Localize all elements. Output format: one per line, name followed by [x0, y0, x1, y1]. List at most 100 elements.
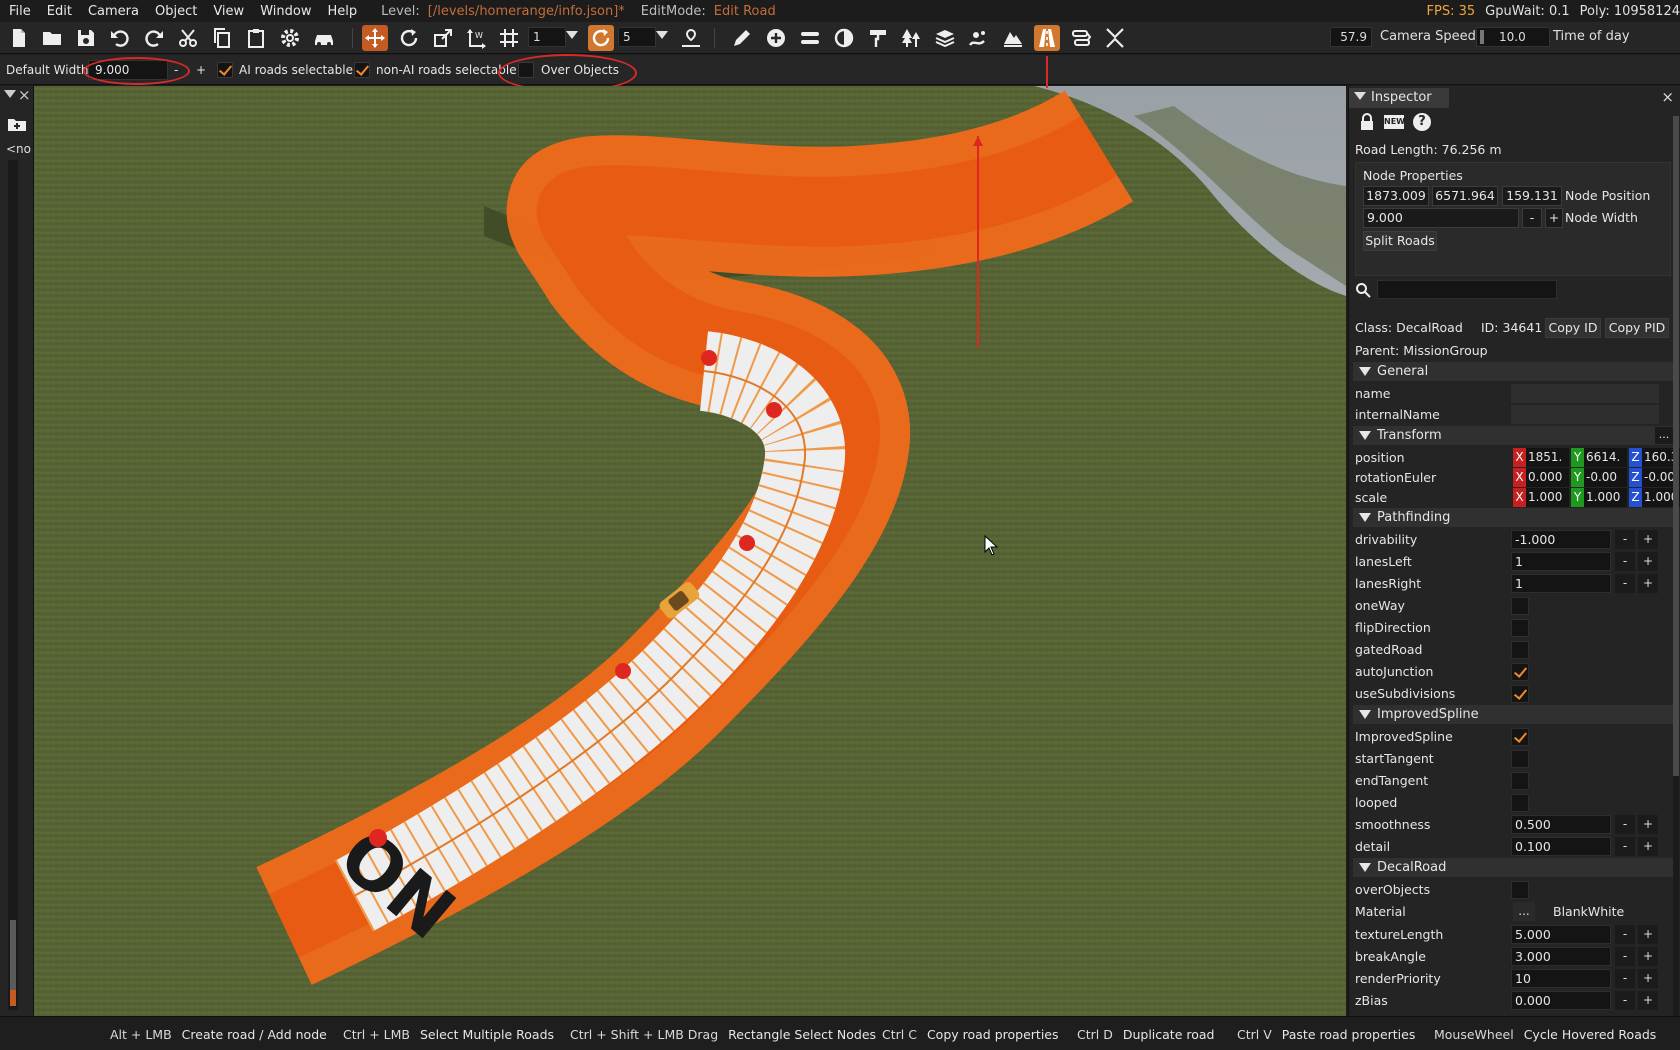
rotate-tool-icon[interactable] — [396, 25, 422, 51]
time-of-day-slider-handle[interactable] — [1480, 30, 1484, 44]
cut-icon[interactable] — [175, 25, 201, 51]
scale-x[interactable]: X 1.000 — [1513, 488, 1569, 507]
ai-roads-checkbox[interactable] — [217, 62, 233, 78]
zbias-input[interactable]: 0.000 — [1511, 991, 1611, 1010]
render-priority-plus-button[interactable]: + — [1638, 969, 1658, 988]
time-of-day-value[interactable]: 10.0 — [1476, 27, 1550, 47]
looped-checkbox[interactable] — [1511, 794, 1529, 812]
rotation-x[interactable]: X 0.000 — [1513, 468, 1569, 487]
start-tangent-checkbox[interactable] — [1511, 750, 1529, 768]
menu-window[interactable]: Window — [252, 4, 319, 19]
over-objects-prop-checkbox[interactable] — [1511, 881, 1529, 899]
river-tool-icon[interactable] — [966, 25, 992, 51]
grid-snap-icon[interactable] — [496, 25, 522, 51]
section-general[interactable]: General — [1353, 362, 1675, 381]
inspector-close-icon[interactable]: × — [1661, 88, 1674, 106]
break-angle-minus-button[interactable]: - — [1615, 947, 1635, 966]
node-width-plus-button[interactable]: + — [1545, 208, 1563, 228]
lanes-left-input[interactable]: 1 — [1511, 552, 1611, 571]
drivability-minus-button[interactable]: - — [1615, 530, 1635, 549]
save-icon[interactable] — [73, 25, 99, 51]
water-plane-icon[interactable] — [1000, 25, 1026, 51]
terrain-snap-icon[interactable] — [678, 25, 704, 51]
node-road-icon[interactable] — [1068, 25, 1094, 51]
shrink-tool-icon[interactable] — [1102, 25, 1128, 51]
split-roads-button[interactable]: Split Roads — [1363, 231, 1437, 251]
render-priority-minus-button[interactable]: - — [1615, 969, 1635, 988]
node-position-x[interactable]: 1873.009 — [1363, 186, 1429, 206]
paint-roller-icon[interactable] — [865, 25, 891, 51]
search-input[interactable] — [1377, 280, 1557, 299]
section-pathfinding[interactable]: Pathfinding — [1353, 508, 1675, 527]
lanes-right-input[interactable]: 1 — [1511, 574, 1611, 593]
rotation-snap-dropdown-icon[interactable] — [656, 31, 668, 39]
drivability-input[interactable]: -1.000 — [1511, 530, 1611, 549]
panel-collapse-icon[interactable] — [4, 90, 16, 98]
menu-file[interactable]: File — [0, 4, 39, 19]
lanes-right-plus-button[interactable]: + — [1638, 574, 1658, 593]
name-input[interactable] — [1511, 384, 1659, 403]
decal-road-tool-icon[interactable] — [1034, 25, 1060, 51]
texture-length-plus-button[interactable]: + — [1638, 925, 1658, 944]
flip-direction-checkbox[interactable] — [1511, 619, 1529, 637]
end-tangent-checkbox[interactable] — [1511, 772, 1529, 790]
copy-icon[interactable] — [209, 25, 235, 51]
position-y[interactable]: Y 6614. — [1571, 448, 1627, 467]
grid-snap-dropdown-icon[interactable] — [566, 31, 578, 39]
rotation-y[interactable]: Y -0.00 — [1571, 468, 1627, 487]
new-window-icon[interactable]: NEW — [1384, 115, 1405, 129]
camera-speed-value[interactable]: 57.9 — [1330, 27, 1372, 47]
paste-icon[interactable] — [243, 25, 269, 51]
settings-gear-icon[interactable] — [277, 25, 303, 51]
scrollbar[interactable] — [8, 160, 18, 1010]
menu-camera[interactable]: Camera — [80, 4, 147, 19]
scale-tool-icon[interactable] — [430, 25, 456, 51]
one-way-checkbox[interactable] — [1511, 597, 1529, 615]
non-ai-roads-checkbox[interactable] — [354, 62, 370, 78]
scene-tree-item[interactable]: <no — [6, 142, 31, 156]
position-x[interactable]: X 1851. — [1513, 448, 1569, 467]
grid-snap-value[interactable]: 1 — [528, 27, 566, 47]
menu-help[interactable]: Help — [319, 4, 365, 19]
inspector-collapse-icon[interactable] — [1354, 92, 1366, 100]
auto-junction-checkbox[interactable] — [1511, 663, 1529, 681]
drivability-plus-button[interactable]: + — [1638, 530, 1658, 549]
node-position-y[interactable]: 6571.964 — [1432, 186, 1498, 206]
3d-viewport[interactable]: ON — [34, 86, 1346, 1016]
section-improved-spline[interactable]: ImprovedSpline — [1353, 705, 1675, 724]
break-angle-input[interactable]: 3.000 — [1511, 947, 1611, 966]
section-decal-road[interactable]: DecalRoad — [1353, 858, 1675, 877]
zbias-minus-button[interactable]: - — [1615, 991, 1635, 1010]
pencil-icon[interactable] — [729, 25, 755, 51]
section-transform[interactable]: Transform ... — [1353, 426, 1675, 445]
node-width-minus-button[interactable]: - — [1522, 208, 1542, 228]
scale-y[interactable]: Y 1.000 — [1571, 488, 1627, 507]
lanes-left-plus-button[interactable]: + — [1638, 552, 1658, 571]
forest-trees-icon[interactable] — [898, 25, 924, 51]
gated-road-checkbox[interactable] — [1511, 641, 1529, 659]
smoothness-minus-button[interactable]: - — [1615, 815, 1635, 834]
panel-close-icon[interactable]: × — [18, 86, 31, 104]
create-object-icon[interactable] — [763, 25, 789, 51]
break-angle-plus-button[interactable]: + — [1638, 947, 1658, 966]
detail-minus-button[interactable]: - — [1615, 837, 1635, 856]
detail-input[interactable]: 0.100 — [1511, 837, 1611, 856]
node-width-input[interactable]: 9.000 — [1363, 208, 1519, 228]
transform-menu-button[interactable]: ... — [1655, 427, 1673, 444]
copy-id-button[interactable]: Copy ID — [1545, 318, 1601, 338]
menu-edit[interactable]: Edit — [39, 4, 80, 19]
lanes-left-minus-button[interactable]: - — [1615, 552, 1635, 571]
menu-view[interactable]: View — [205, 4, 252, 19]
undo-icon[interactable] — [107, 25, 133, 51]
terrain-layers-icon[interactable] — [932, 25, 958, 51]
help-icon[interactable]: ? — [1413, 113, 1431, 131]
scene-render[interactable]: ON — [34, 86, 1346, 1016]
translate-tool-icon[interactable] — [362, 25, 388, 51]
default-width-plus-button[interactable]: + — [196, 63, 206, 77]
use-subdivisions-checkbox[interactable] — [1511, 685, 1529, 703]
rotation-snap-icon[interactable] — [588, 25, 614, 51]
rotation-snap-value[interactable]: 5 — [618, 27, 656, 47]
lock-icon[interactable] — [1359, 113, 1375, 131]
mesh-road-icon[interactable] — [797, 25, 823, 51]
material-browse-button[interactable]: ... — [1513, 902, 1535, 921]
